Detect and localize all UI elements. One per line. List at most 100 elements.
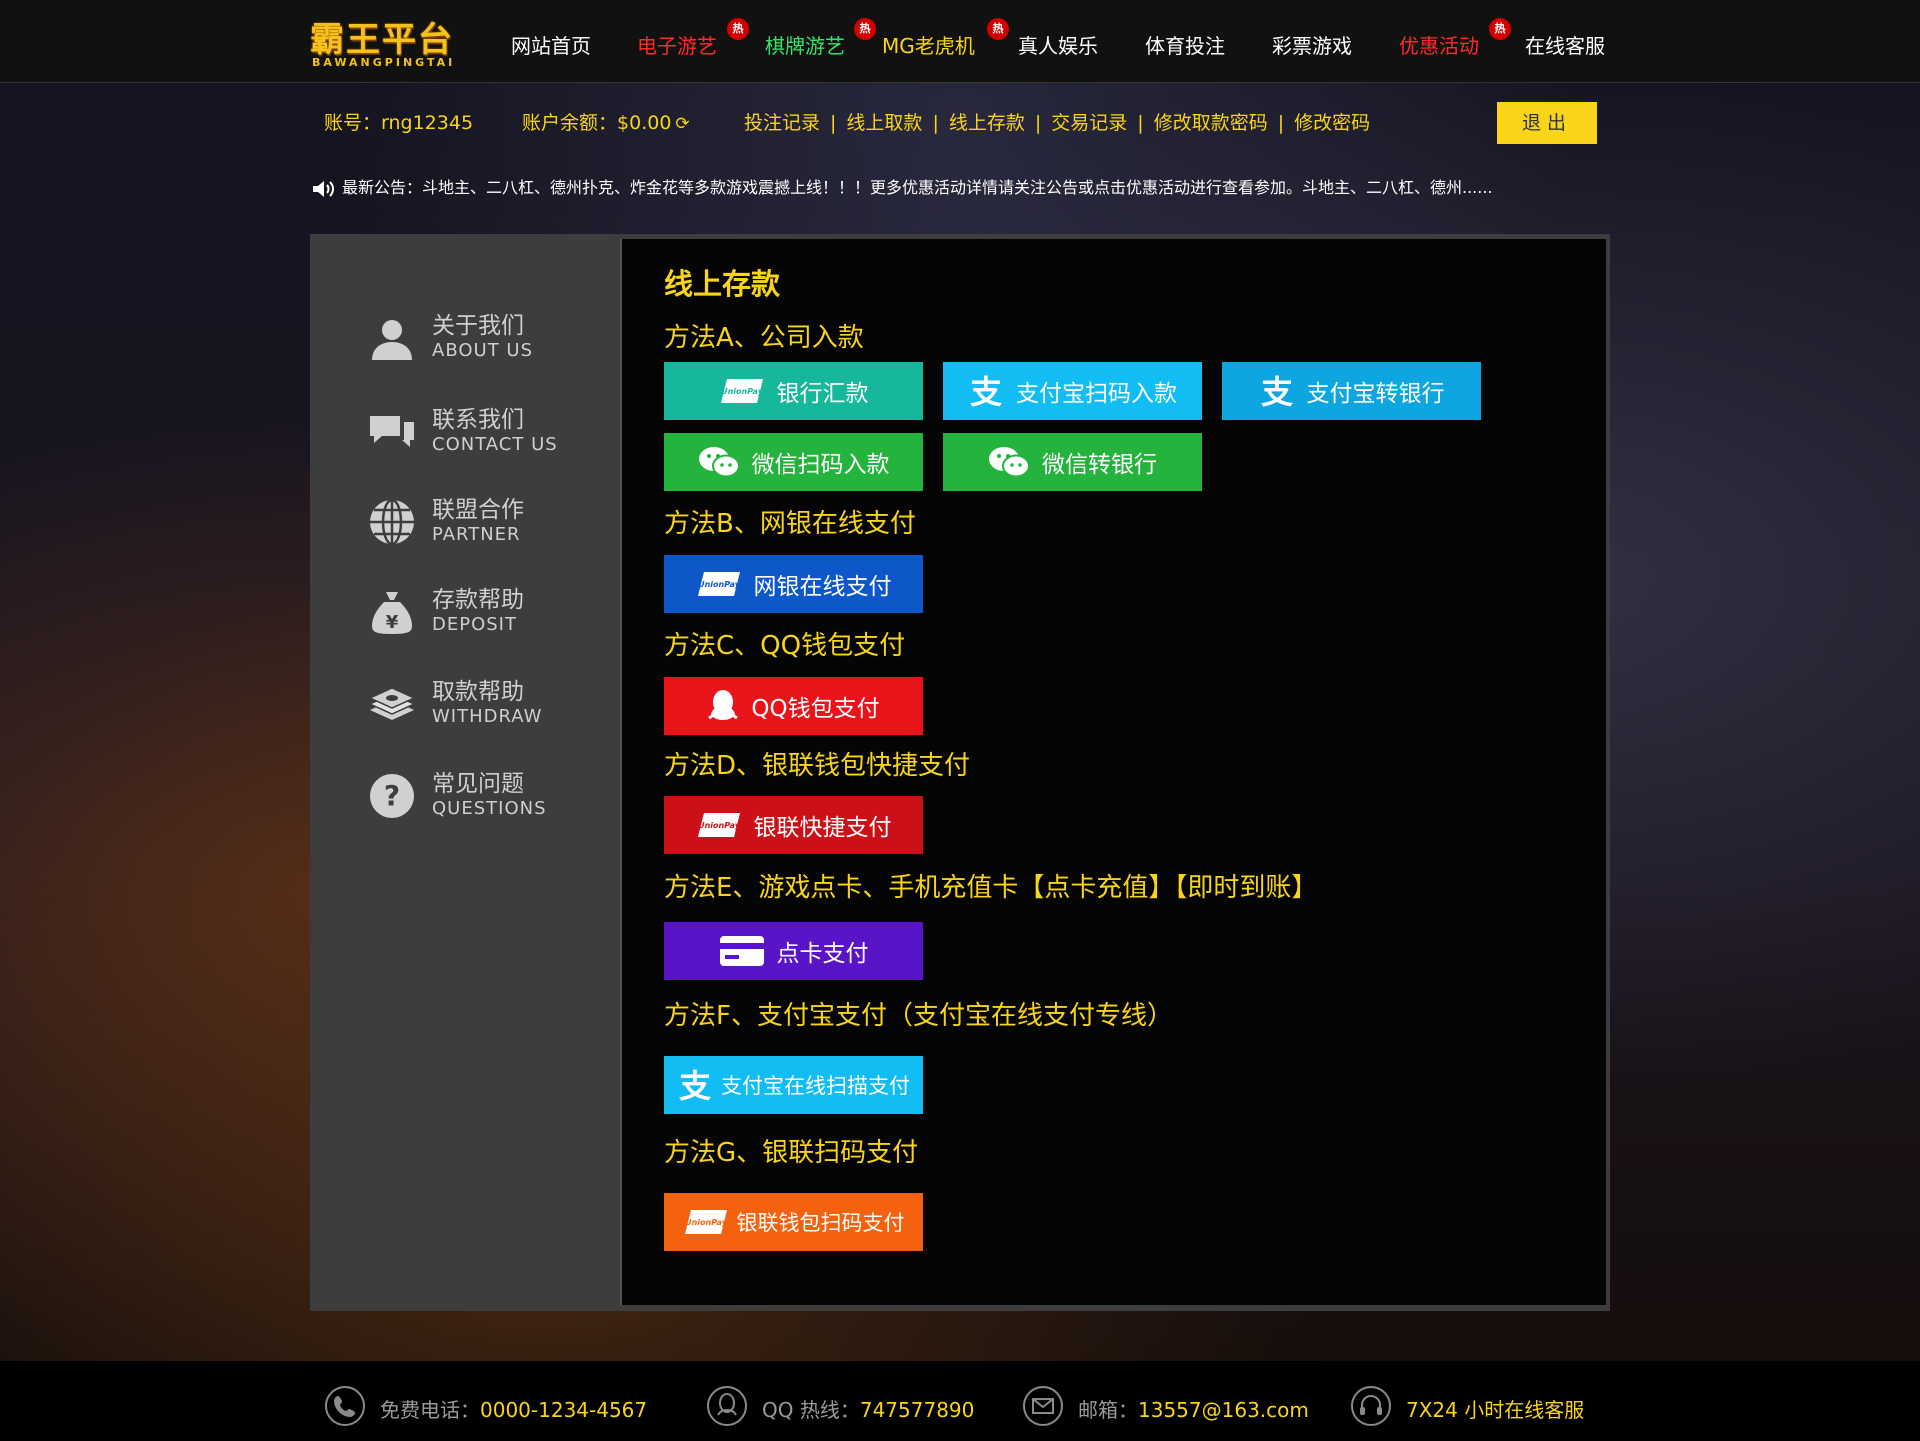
svg-text:¥: ¥ [386, 612, 399, 633]
wechat-icon [698, 447, 740, 478]
alipay-to-bank-button[interactable]: 支 支付宝转银行 [1222, 362, 1481, 420]
nav-electronic-games[interactable]: 电子游艺 [637, 30, 717, 59]
chat-icon [370, 416, 414, 447]
sidebar-item-sublabel: ABOUT US [432, 340, 534, 361]
announcement-bar: 最新公告：斗地主、二八杠、德州扑克、炸金花等多款游戏震撼上线！！！更多优惠活动详… [312, 174, 1612, 199]
site-logo[interactable]: 霸王平台 BAWANGPINGTAI [310, 12, 470, 72]
unionpay-icon: UnionPay [720, 379, 764, 403]
user-icon [372, 320, 412, 360]
footer-label: 邮箱： [1078, 1398, 1138, 1422]
nav-lottery[interactable]: 彩票游戏 [1272, 30, 1352, 59]
unionpay-icon: UnionPay [697, 813, 741, 837]
account-value: rng12345 [381, 112, 474, 134]
method-d-heading: 方法D、银联钱包快捷支付 [664, 751, 971, 781]
cash-stack-icon [368, 687, 416, 720]
bank-transfer-button[interactable]: UnionPay 银行汇款 [664, 362, 923, 420]
sidebar-item-label: 联系我们 [432, 407, 524, 433]
hot-badge: 热 [987, 18, 1009, 40]
alipay-icon: 支 [679, 1069, 711, 1101]
unionpay-scan-pay-button[interactable]: UnionPay 银联钱包扫码支付 [664, 1193, 923, 1251]
top-navigation-bar: 霸王平台 BAWANGPINGTAI 网站首页 电子游艺 热 棋牌游艺 热 MG… [0, 0, 1920, 83]
button-label: QQ钱包支付 [751, 696, 880, 722]
logout-button[interactable]: 退出 [1497, 102, 1597, 144]
hot-badge: 热 [854, 18, 876, 40]
button-label: 银联钱包扫码支付 [736, 1211, 905, 1235]
button-label: 微信扫码入款 [751, 452, 890, 478]
money-bag-icon: ¥ [372, 592, 412, 634]
headset-icon [1351, 1386, 1391, 1426]
main-panel: 关于我们 ABOUT US 联系我们 CONTACT US 联盟合作 PARTN… [310, 234, 1610, 1311]
card-icon [719, 936, 764, 966]
nav-live-casino[interactable]: 真人娱乐 [1018, 30, 1098, 59]
online-banking-button[interactable]: UnionPay 网银在线支付 [664, 555, 923, 613]
footer-value: 0000-1234-4567 [480, 1398, 648, 1422]
footer-value: 7X24 小时在线客服 [1406, 1398, 1585, 1422]
sidebar-item-label: 常见问题 [432, 771, 524, 797]
link-change-withdraw-password[interactable]: 修改取款密码 [1154, 112, 1268, 134]
sidebar-item-sublabel: DEPOSIT [432, 614, 517, 635]
footer-label: QQ 热线： [762, 1398, 860, 1422]
button-label: 银行汇款 [776, 381, 869, 407]
svg-text:UnionPay: UnionPay [685, 1218, 728, 1227]
alipay-online-scan-button[interactable]: 支 支付宝在线扫描支付 [664, 1056, 923, 1114]
method-f-heading: 方法F、支付宝支付（支付宝在线支付专线） [664, 1001, 1173, 1031]
qq-icon [707, 1386, 747, 1426]
hot-badge: 热 [1489, 18, 1511, 40]
svg-text:UnionPay: UnionPay [698, 580, 741, 589]
alipay-scan-deposit-button[interactable]: 支 支付宝扫码入款 [943, 362, 1202, 420]
balance-info: 账户余额：$0.00 ⟳ [522, 108, 690, 135]
balance-label: 账户余额： [522, 112, 618, 134]
alipay-icon: 支 [970, 375, 1002, 407]
link-transaction-records[interactable]: 交易记录 [1051, 112, 1127, 134]
announcement-text: 最新公告：斗地主、二八杠、德州扑克、炸金花等多款游戏震撼上线！！！更多优惠活动详… [342, 178, 1493, 197]
link-online-deposit[interactable]: 线上存款 [949, 112, 1025, 134]
svg-text:UnionPay: UnionPay [698, 821, 741, 830]
unionpay-quick-pay-button[interactable]: UnionPay 银联快捷支付 [664, 796, 923, 854]
method-a-heading: 方法A、公司入款 [664, 323, 864, 353]
separator: | [1034, 112, 1042, 134]
nav-sports-betting[interactable]: 体育投注 [1145, 30, 1225, 59]
nav-mg-slots[interactable]: MG老虎机 [882, 30, 975, 59]
nav-promotions[interactable]: 优惠活动 [1399, 30, 1479, 59]
sidebar-item-sublabel: WITHDRAW [432, 706, 543, 727]
separator: | [932, 112, 939, 134]
link-online-withdraw[interactable]: 线上取款 [846, 112, 922, 134]
account-info: 账号：rng12345 [324, 108, 473, 135]
unionpay-icon: UnionPay [684, 1210, 728, 1234]
link-change-password[interactable]: 修改密码 [1294, 112, 1370, 134]
deposit-content: 线上存款 方法A、公司入款 UnionPay 银行汇款 支 支付宝扫码入款 支 … [620, 239, 1606, 1305]
separator: | [1137, 112, 1144, 134]
button-label: 支付宝扫码入款 [1016, 381, 1177, 407]
help-sidebar: 关于我们 ABOUT US 联系我们 CONTACT US 联盟合作 PARTN… [310, 234, 620, 1311]
qq-wallet-button[interactable]: QQ钱包支付 [664, 677, 923, 735]
hot-badge: 热 [727, 18, 749, 40]
nav-home[interactable]: 网站首页 [511, 30, 591, 59]
button-label: 点卡支付 [776, 941, 869, 967]
question-icon: ? [370, 774, 414, 818]
wechat-scan-deposit-button[interactable]: 微信扫码入款 [664, 433, 923, 491]
method-b-heading: 方法B、网银在线支付 [664, 509, 916, 539]
button-label: 支付宝转银行 [1306, 381, 1445, 407]
refresh-icon[interactable]: ⟳ [675, 114, 689, 134]
svg-text:?: ? [384, 779, 400, 812]
page-title: 线上存款 [664, 267, 781, 301]
nav-chess-games[interactable]: 棋牌游艺 [765, 30, 845, 59]
balance-value: $0.00 [617, 112, 672, 134]
link-bet-records[interactable]: 投注记录 [744, 112, 820, 134]
wechat-icon [989, 447, 1030, 478]
game-card-pay-button[interactable]: 点卡支付 [664, 922, 923, 980]
method-g-heading: 方法G、银联扫码支付 [664, 1138, 919, 1168]
sidebar-item-label: 取款帮助 [432, 679, 524, 705]
footer-value: 13557@163.com [1138, 1398, 1309, 1422]
footer-contact-bar: 免费电话：0000-1234-4567 QQ 热线：747577890 邮箱：1… [0, 1361, 1920, 1441]
separator: | [1277, 112, 1285, 134]
separator: | [830, 112, 837, 134]
wechat-to-bank-button[interactable]: 微信转银行 [943, 433, 1202, 491]
footer-value: 747577890 [859, 1398, 975, 1422]
nav-online-support[interactable]: 在线客服 [1525, 30, 1605, 59]
sidebar-item-sublabel: PARTNER [432, 524, 521, 545]
logo-subtext: BAWANGPINGTAI [312, 56, 456, 69]
svg-text:UnionPay: UnionPay [721, 387, 764, 396]
svg-text:支: 支 [970, 375, 1002, 407]
qq-icon [708, 690, 739, 720]
